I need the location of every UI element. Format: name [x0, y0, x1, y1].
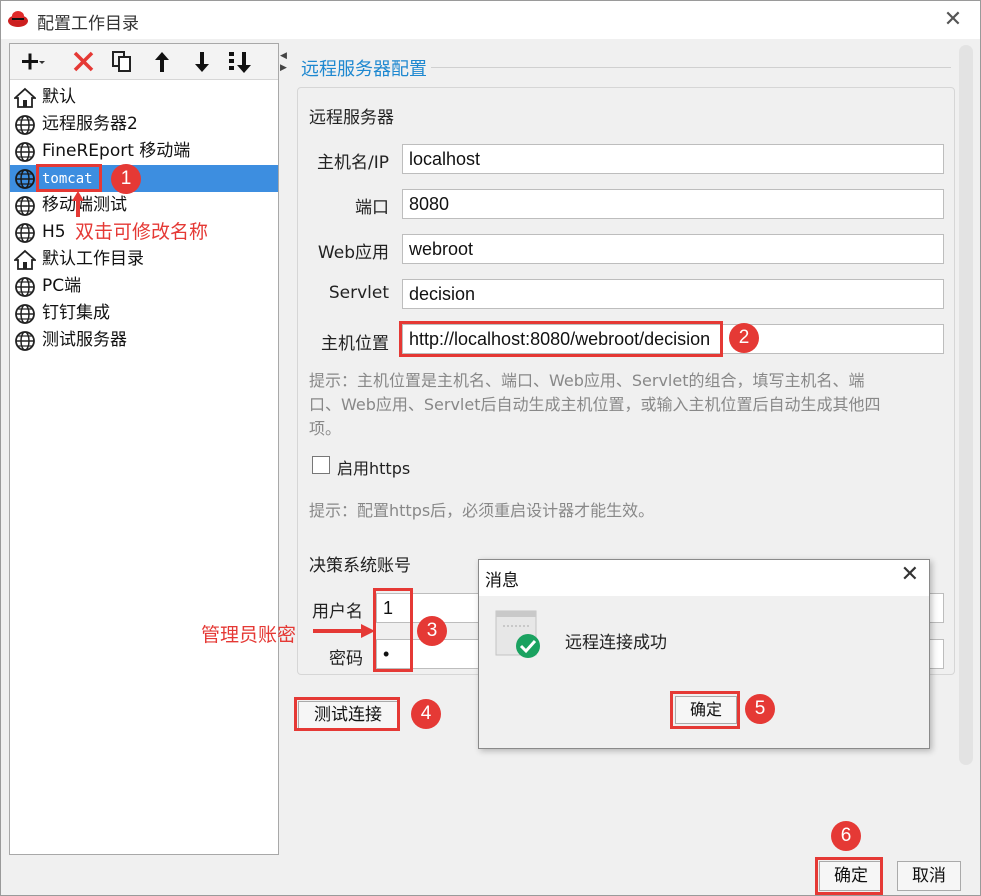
sort-icon[interactable]	[226, 49, 254, 75]
globe-icon	[15, 277, 35, 297]
annotation-arrow-right-icon	[313, 624, 375, 638]
tree-item-finereport-mobile[interactable]: FineREport 移动端	[10, 138, 278, 165]
tree-item-default-workdir[interactable]: 默认工作目录	[10, 246, 278, 273]
tree-item-default[interactable]: 默认	[10, 84, 278, 111]
https-checkbox[interactable]	[312, 456, 330, 474]
annotation-arrow-up-icon	[72, 191, 84, 217]
collapse-left-icon[interactable]: ◀	[280, 51, 288, 61]
port-input[interactable]: 8080	[402, 189, 944, 219]
globe-icon	[15, 196, 35, 216]
annotation-badge-1: 1	[111, 164, 141, 194]
delete-icon[interactable]	[70, 49, 98, 75]
home-icon	[14, 87, 36, 108]
location-hint: 提示：主机位置是主机名、端口、Web应用、Servlet的组合，填写主机名、端 …	[309, 371, 881, 438]
servlet-input[interactable]: decision	[402, 279, 944, 309]
move-up-icon[interactable]	[148, 49, 176, 75]
https-label: 启用https	[337, 459, 411, 478]
tree-item-test-server[interactable]: 测试服务器	[10, 327, 278, 354]
vertical-scrollbar[interactable]	[959, 45, 973, 765]
globe-icon	[15, 115, 35, 135]
username-label: 用户名	[312, 602, 363, 622]
group-title: 远程服务器	[305, 103, 398, 128]
annotation-box-ok	[815, 857, 883, 895]
https-hint: 提示：配置https后，必须重启设计器才能生效。	[309, 501, 655, 520]
annotation-badge-6: 6	[831, 821, 861, 851]
port-label: 端口	[355, 198, 389, 218]
globe-icon	[15, 304, 35, 324]
servlet-label: Servlet	[328, 283, 389, 303]
dialog-title: 消息	[485, 571, 519, 591]
tree-item-pc[interactable]: PC端	[10, 273, 278, 300]
password-label: 密码	[329, 649, 363, 669]
globe-icon	[15, 223, 35, 243]
host-label: 主机名/IP	[317, 153, 389, 173]
annotation-box-account	[373, 588, 413, 672]
move-down-icon[interactable]	[188, 49, 216, 75]
success-icon	[495, 610, 540, 658]
annotation-badge-3: 3	[417, 616, 447, 646]
section-title: 远程服务器配置	[301, 59, 427, 80]
dialog-message: 远程连接成功	[565, 633, 667, 653]
config-workdir-window: 配置工作目录 ✕ 默认 远程服务器2 FineREport 移动端 tomcat…	[0, 0, 981, 896]
tree-item-remote-server-2[interactable]: 远程服务器2	[10, 111, 278, 138]
copy-icon[interactable]	[108, 49, 136, 75]
tree-item-mobile-test[interactable]: 移动端测试	[10, 192, 278, 219]
app-logo-icon	[8, 11, 28, 27]
collapse-right-icon[interactable]: ▶	[280, 63, 288, 73]
host-input[interactable]: localhost	[402, 144, 944, 174]
annotation-box-tomcat	[36, 164, 102, 192]
annotation-rename-hint: 双击可修改名称	[75, 221, 209, 243]
cancel-button[interactable]: 取消	[897, 861, 961, 891]
add-dropdown-icon[interactable]	[18, 49, 46, 75]
annotation-admin-hint: 管理员账密	[201, 624, 297, 646]
list-toolbar	[10, 44, 278, 80]
window-close-icon[interactable]: ✕	[938, 5, 968, 35]
webapp-label: Web应用	[317, 243, 389, 263]
window-title: 配置工作目录	[37, 14, 139, 34]
annotation-box-test	[294, 697, 400, 731]
title-bar: 配置工作目录 ✕	[1, 1, 980, 39]
account-title: 决策系统账号	[305, 551, 415, 576]
annotation-badge-4: 4	[411, 699, 441, 729]
section-divider	[431, 67, 951, 68]
annotation-box-location	[399, 321, 723, 357]
annotation-box-dialog-ok	[670, 691, 740, 729]
location-label: 主机位置	[321, 334, 389, 354]
annotation-badge-2: 2	[729, 323, 759, 353]
globe-icon	[15, 169, 35, 189]
globe-icon	[15, 331, 35, 351]
dialog-close-icon[interactable]: ✕	[901, 562, 919, 587]
annotation-badge-5: 5	[745, 694, 775, 724]
globe-icon	[15, 142, 35, 162]
webapp-input[interactable]: webroot	[402, 234, 944, 264]
home-icon	[14, 249, 36, 270]
tree-item-dingtalk[interactable]: 钉钉集成	[10, 300, 278, 327]
panel-splitter[interactable]: ◀ ▶	[280, 43, 288, 855]
